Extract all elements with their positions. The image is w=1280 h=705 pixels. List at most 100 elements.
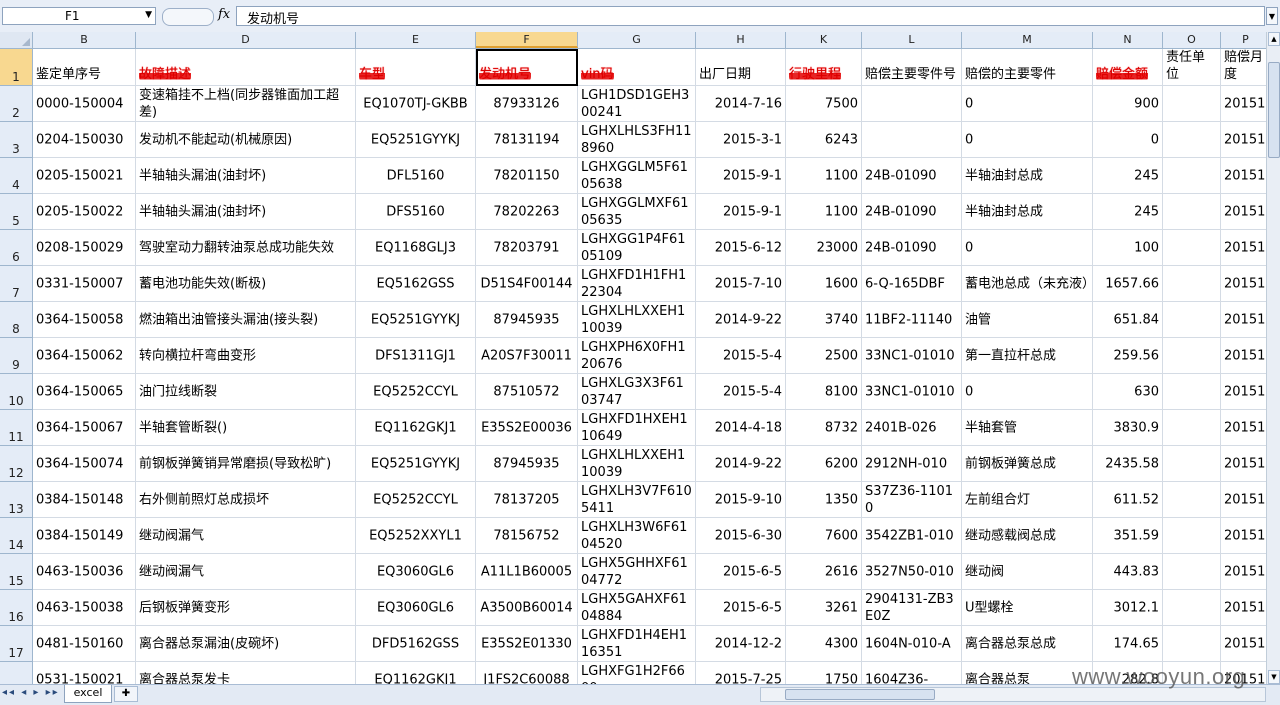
cell-e[interactable]: EQ5251GYYKJ: [356, 446, 476, 482]
cell-o[interactable]: [1163, 410, 1221, 446]
cell-p[interactable]: 20151: [1221, 86, 1266, 122]
cell-d[interactable]: 故障描述: [136, 49, 356, 86]
cell-m[interactable]: 继动感载阀总成: [962, 518, 1093, 554]
cell-n[interactable]: 611.52: [1093, 482, 1163, 518]
cell-d[interactable]: 后钢板弹簧变形: [136, 590, 356, 626]
scroll-up-icon[interactable]: ▲: [1268, 32, 1280, 46]
cell-m[interactable]: 离合器总泵总成: [962, 626, 1093, 662]
cell-l[interactable]: 33NC1-01010: [862, 338, 962, 374]
cell-l[interactable]: 3542ZB1-010: [862, 518, 962, 554]
cell-h[interactable]: 2015-5-4: [696, 338, 786, 374]
cell-p[interactable]: 20151: [1221, 554, 1266, 590]
cell-l[interactable]: 6-Q-165DBF: [862, 266, 962, 302]
cell-h[interactable]: 2015-9-1: [696, 194, 786, 230]
cell-p[interactable]: 20151: [1221, 302, 1266, 338]
cell-k[interactable]: 行驶里程: [786, 49, 862, 86]
vertical-scroll-thumb[interactable]: [1268, 62, 1280, 158]
cell-g[interactable]: LGHX5GHHXF6104772: [578, 554, 696, 590]
cell-d[interactable]: 燃油箱出油管接头漏油(接头裂): [136, 302, 356, 338]
cell-f[interactable]: E35S2E00036: [476, 410, 578, 446]
cell-b[interactable]: 0364-150062: [33, 338, 136, 374]
cell-n[interactable]: 1657.66: [1093, 266, 1163, 302]
column-header-f[interactable]: F: [476, 32, 578, 48]
cell-l[interactable]: 2904131-ZB3E0Z: [862, 590, 962, 626]
cell-o[interactable]: [1163, 158, 1221, 194]
cell-g[interactable]: LGHXLHLS3FH118960: [578, 122, 696, 158]
cell-b[interactable]: 鉴定单序号: [33, 49, 136, 86]
column-header-h[interactable]: H: [696, 32, 786, 48]
cell-l[interactable]: S37Z36-11010: [862, 482, 962, 518]
cell-e[interactable]: EQ1070TJ-GKBB: [356, 86, 476, 122]
cell-e[interactable]: DFL5160: [356, 158, 476, 194]
cell-l[interactable]: 2912NH-010: [862, 446, 962, 482]
cell-m[interactable]: 第一直拉杆总成: [962, 338, 1093, 374]
cell-h[interactable]: 2015-7-10: [696, 266, 786, 302]
cell-b[interactable]: 0000-150004: [33, 86, 136, 122]
scroll-down-icon[interactable]: ▼: [1268, 670, 1280, 684]
cell-d[interactable]: 继动阀漏气: [136, 554, 356, 590]
cell-b[interactable]: 0331-150007: [33, 266, 136, 302]
column-header-d[interactable]: D: [136, 32, 356, 48]
cell-k[interactable]: 6243: [786, 122, 862, 158]
cell-h[interactable]: 2014-7-16: [696, 86, 786, 122]
cell-o[interactable]: [1163, 194, 1221, 230]
row-header[interactable]: 3: [0, 122, 33, 158]
cell-f[interactable]: J1FS2C60088: [476, 662, 578, 684]
cell-p[interactable]: 20151: [1221, 122, 1266, 158]
cell-n[interactable]: 259.56: [1093, 338, 1163, 374]
cell-l[interactable]: [862, 122, 962, 158]
cell-f[interactable]: 78137205: [476, 482, 578, 518]
cell-k[interactable]: 2500: [786, 338, 862, 374]
name-box[interactable]: F1 ▼: [2, 7, 156, 25]
cell-d[interactable]: 驾驶室动力翻转油泵总成功能失效: [136, 230, 356, 266]
cell-o[interactable]: [1163, 338, 1221, 374]
cell-k[interactable]: 2616: [786, 554, 862, 590]
formula-input[interactable]: 发动机号: [236, 6, 1265, 27]
cell-p[interactable]: 20151: [1221, 410, 1266, 446]
cell-g[interactable]: LGHXGGLMXF6105635: [578, 194, 696, 230]
cell-m[interactable]: 左前组合灯: [962, 482, 1093, 518]
cell-e[interactable]: 车型: [356, 49, 476, 86]
cell-h[interactable]: 2015-6-5: [696, 590, 786, 626]
cell-b[interactable]: 0531-150021: [33, 662, 136, 684]
cell-e[interactable]: EQ5251GYYKJ: [356, 302, 476, 338]
cell-b[interactable]: 0205-150021: [33, 158, 136, 194]
cell-p[interactable]: 20151: [1221, 266, 1266, 302]
row-header[interactable]: 9: [0, 338, 33, 374]
cell-f[interactable]: 发动机号: [476, 49, 578, 86]
cell-b[interactable]: 0205-150022: [33, 194, 136, 230]
column-header-g[interactable]: G: [578, 32, 696, 48]
cell-p[interactable]: 20151: [1221, 482, 1266, 518]
row-header[interactable]: 8: [0, 302, 33, 338]
cell-o[interactable]: [1163, 446, 1221, 482]
cell-p[interactable]: 20151: [1221, 338, 1266, 374]
cell-l[interactable]: 1604N-010-A: [862, 626, 962, 662]
cell-g[interactable]: LGHXLH3V7F6105411: [578, 482, 696, 518]
cell-k[interactable]: 6200: [786, 446, 862, 482]
row-header[interactable]: 12: [0, 446, 33, 482]
cell-f[interactable]: 78201150: [476, 158, 578, 194]
cell-g[interactable]: LGHXLG3X3F6103747: [578, 374, 696, 410]
cell-m[interactable]: 0: [962, 374, 1093, 410]
cell-p[interactable]: 20151: [1221, 626, 1266, 662]
spreadsheet-grid[interactable]: BDEFGHKLMNOP 1 2 3 4 5 6 7 8 9 10 11 12 13 14 15 16 17 鉴…: [0, 32, 1266, 684]
formula-controls[interactable]: [162, 8, 214, 26]
split-handle[interactable]: [1268, 46, 1280, 60]
cell-d[interactable]: 继动阀漏气: [136, 518, 356, 554]
row-header[interactable]: 15: [0, 554, 33, 590]
cell-m[interactable]: 0: [962, 86, 1093, 122]
cell-f[interactable]: A20S7F30011: [476, 338, 578, 374]
cell-e[interactable]: EQ5251GYYKJ: [356, 122, 476, 158]
cell-m[interactable]: 0: [962, 122, 1093, 158]
cell-f[interactable]: E35S2E01330: [476, 626, 578, 662]
cell-o[interactable]: [1163, 302, 1221, 338]
column-header-o[interactable]: O: [1163, 32, 1221, 48]
cell-n[interactable]: 100: [1093, 230, 1163, 266]
cell-d[interactable]: 转向横拉杆弯曲变形: [136, 338, 356, 374]
cell-f[interactable]: A11L1B60005: [476, 554, 578, 590]
cell-d[interactable]: 离合器总泵发卡: [136, 662, 356, 684]
cell-p[interactable]: 20151: [1221, 158, 1266, 194]
cell-m[interactable]: 半轴套管: [962, 410, 1093, 446]
cell-e[interactable]: DFS1311GJ1: [356, 338, 476, 374]
sheet-tab-excel[interactable]: excel: [64, 685, 112, 703]
